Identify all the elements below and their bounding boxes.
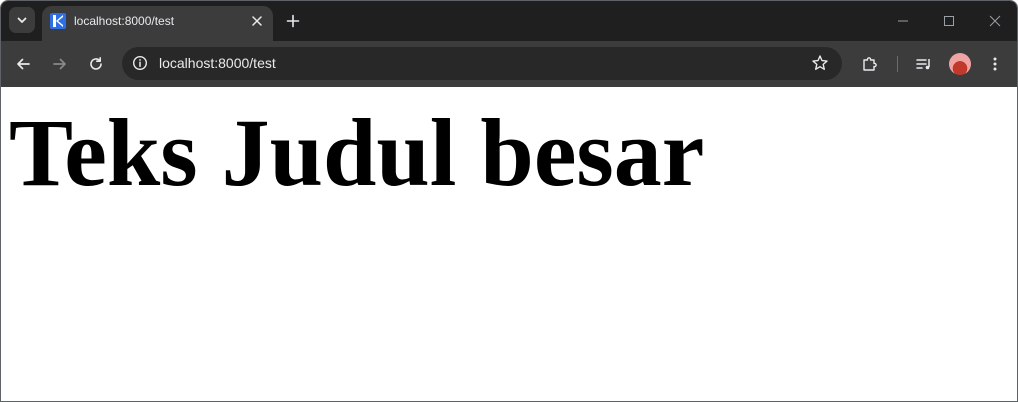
forward-button[interactable] bbox=[48, 52, 72, 76]
kebab-menu-icon bbox=[987, 56, 1003, 72]
profile-avatar[interactable] bbox=[949, 53, 971, 75]
maximize-button[interactable] bbox=[937, 9, 961, 33]
reload-button[interactable] bbox=[84, 52, 108, 76]
media-queue-icon bbox=[915, 55, 933, 73]
kotlin-logo-icon bbox=[50, 13, 66, 29]
star-icon bbox=[811, 54, 829, 72]
tab-close-button[interactable] bbox=[249, 13, 265, 29]
tab-active[interactable]: localhost:8000/test bbox=[42, 6, 273, 41]
tab-search-button[interactable] bbox=[9, 7, 35, 33]
minimize-icon bbox=[897, 15, 909, 27]
toolbar-divider bbox=[897, 56, 898, 72]
browser-toolbar: localhost:8000/test bbox=[1, 41, 1017, 87]
address-bar[interactable]: localhost:8000/test bbox=[122, 47, 842, 80]
arrow-right-icon bbox=[52, 56, 68, 72]
extensions-button[interactable] bbox=[858, 52, 882, 76]
info-icon bbox=[132, 55, 148, 71]
chevron-down-icon bbox=[16, 14, 28, 26]
reload-icon bbox=[88, 56, 104, 72]
tab-title: localhost:8000/test bbox=[74, 14, 175, 28]
page-content: Teks Judul besar bbox=[1, 87, 1017, 401]
address-url[interactable]: localhost:8000/test bbox=[159, 55, 276, 71]
new-tab-button[interactable] bbox=[283, 11, 303, 31]
close-icon bbox=[251, 15, 263, 27]
tab-strip: localhost:8000/test bbox=[1, 1, 1017, 41]
media-controls-button[interactable] bbox=[912, 52, 936, 76]
maximize-icon bbox=[943, 15, 955, 27]
browser-menu-button[interactable] bbox=[983, 52, 1007, 76]
close-icon bbox=[989, 15, 1001, 27]
plus-icon bbox=[286, 14, 300, 28]
browser-window: localhost:8000/test localhost:8000/test … bbox=[0, 0, 1018, 402]
page-heading: Teks Judul besar bbox=[9, 99, 705, 206]
site-info-button[interactable] bbox=[128, 51, 152, 75]
bookmark-button[interactable] bbox=[809, 52, 831, 74]
back-button[interactable] bbox=[11, 52, 35, 76]
puzzle-icon bbox=[861, 55, 879, 73]
minimize-button[interactable] bbox=[891, 9, 915, 33]
close-window-button[interactable] bbox=[983, 9, 1007, 33]
arrow-left-icon bbox=[15, 56, 31, 72]
